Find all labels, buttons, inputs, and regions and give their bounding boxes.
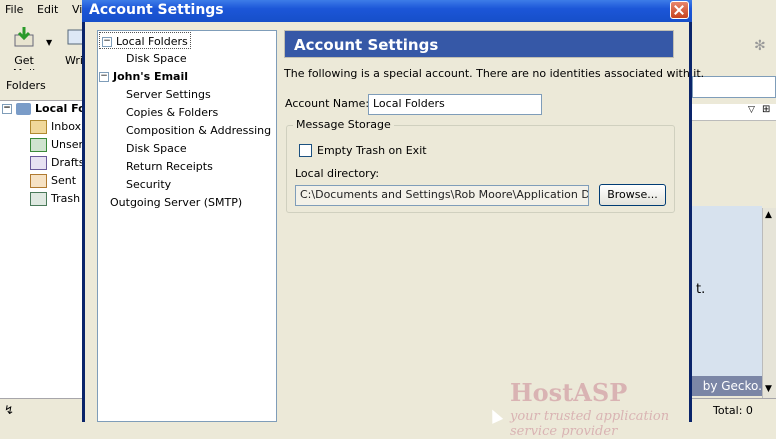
folder-label: Inbox — [51, 120, 82, 133]
folder-label: Trash — [51, 192, 81, 205]
start-page-text: t. — [696, 282, 706, 297]
search-input[interactable] — [692, 76, 776, 98]
empty-trash-checkbox[interactable] — [299, 144, 312, 157]
tree-item-composition[interactable]: Composition & Addressing — [126, 122, 271, 139]
folder-drafts[interactable]: Drafts — [30, 156, 84, 174]
folder-label: Sent — [51, 174, 77, 187]
collapse-icon[interactable]: − — [102, 37, 112, 47]
tree-item-return-receipts[interactable]: Return Receipts — [126, 158, 213, 175]
tree-item-copies-folders[interactable]: Copies & Folders — [126, 104, 218, 121]
gecko-banner: by Gecko. — [692, 376, 762, 396]
folder-label: Drafts — [51, 156, 85, 169]
folder-unsent[interactable]: Unsent — [30, 138, 90, 156]
panel-header: Account Settings — [284, 30, 674, 58]
collapse-icon[interactable]: − — [99, 72, 109, 82]
tree-item-outgoing-server[interactable]: Outgoing Server (SMTP) — [110, 194, 242, 211]
menu-file[interactable]: File — [5, 3, 23, 16]
gecko-text: by Gecko. — [702, 379, 762, 393]
message-pane-edge: ▽ ⊞ t. by Gecko. ▲ ▼ ✻ — [692, 38, 776, 398]
panel-title: Account Settings — [294, 36, 439, 54]
watermark-brand: HostASP — [510, 378, 628, 407]
settings-panel: Account Settings The following is a spec… — [284, 30, 704, 422]
folder-pane: Folders − Local Fol Inbox Unsent Drafts S… — [0, 70, 90, 398]
message-storage-legend: Message Storage — [293, 118, 394, 131]
tree-item-server-settings[interactable]: Server Settings — [126, 86, 211, 103]
hostasp-watermark: HostASP your trusted application service… — [510, 378, 689, 439]
account-name-input[interactable]: Local Folders — [368, 94, 542, 115]
folder-sent[interactable]: Sent — [30, 174, 76, 192]
empty-trash-label[interactable]: Empty Trash on Exit — [317, 144, 427, 157]
total-count: Total: 0 — [713, 404, 753, 417]
account-tree[interactable]: − Local Folders Disk Space − John's Email … — [97, 30, 277, 422]
thread-header: ▽ ⊞ — [692, 104, 776, 121]
watermark-tagline: your trusted application service provide… — [510, 409, 670, 439]
menu-view[interactable]: Vi — [72, 3, 82, 16]
column-picker-icon[interactable]: ⊞ — [762, 104, 770, 115]
dialog-titlebar[interactable]: Account Settings — [82, 0, 692, 22]
dialog-client-area: − Local Folders Disk Space − John's Email … — [85, 22, 704, 439]
tree-item-disk-space[interactable]: Disk Space — [126, 140, 187, 157]
scroll-up-icon[interactable]: ▲ — [765, 210, 772, 220]
menu-edit[interactable]: Edit — [37, 3, 58, 16]
sent-icon — [30, 174, 47, 188]
get-mail-icon — [14, 27, 34, 47]
chevron-down-icon[interactable]: ▼ — [46, 38, 52, 47]
tree-item-local-folders[interactable]: − Local Folders — [99, 32, 191, 49]
folder-inbox[interactable]: Inbox — [30, 120, 81, 138]
account-settings-dialog: Account Settings − Local Folders Disk Spa… — [82, 0, 704, 439]
throbber-icon: ✻ — [754, 38, 766, 54]
local-directory-label: Local directory: — [295, 167, 380, 180]
message-storage-group: Message Storage Empty Trash on Exit Loca… — [286, 118, 675, 213]
tree-item-label: John's Email — [113, 70, 188, 83]
folder-trash[interactable]: Trash — [30, 192, 80, 210]
folders-header-label: Folders — [6, 79, 46, 92]
unsent-icon — [30, 138, 47, 152]
close-button[interactable] — [670, 1, 689, 19]
start-page: t. by Gecko. — [692, 206, 762, 396]
trash-icon — [30, 192, 47, 206]
local-directory-field[interactable]: C:\Documents and Settings\Rob Moore\Appl… — [295, 185, 589, 206]
tree-item-label: Local Folders — [116, 35, 188, 48]
account-name-label: Account Name: — [285, 97, 370, 110]
collapse-icon[interactable]: − — [2, 104, 12, 114]
online-status-icon[interactable]: ↯ — [4, 403, 14, 417]
computer-icon — [16, 103, 31, 115]
sort-icon[interactable]: ▽ — [748, 105, 755, 115]
panel-description: The following is a special account. Ther… — [284, 67, 705, 80]
scroll-down-icon[interactable]: ▼ — [765, 384, 772, 394]
tree-item-account[interactable]: − John's Email — [99, 68, 188, 85]
inbox-icon — [30, 120, 47, 134]
dialog-title: Account Settings — [89, 2, 224, 18]
scrollbar[interactable]: ▲ ▼ — [762, 208, 776, 398]
browse-button[interactable]: Browse... — [599, 184, 666, 206]
folder-local[interactable]: − Local Fol — [2, 102, 90, 120]
folders-header: Folders — [0, 70, 83, 101]
tree-item-security[interactable]: Security — [126, 176, 171, 193]
tree-item-disk-space-local[interactable]: Disk Space — [126, 50, 187, 67]
drafts-icon — [30, 156, 47, 170]
